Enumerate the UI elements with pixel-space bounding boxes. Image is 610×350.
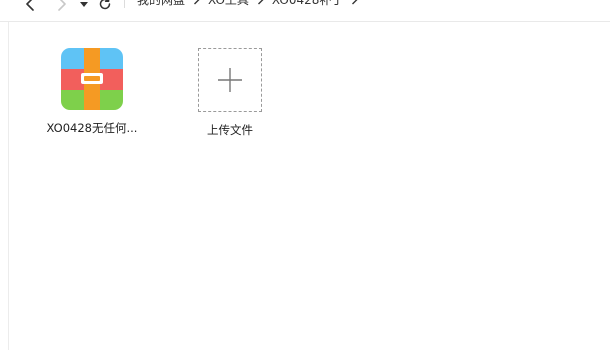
- chevron-left-icon: [26, 0, 34, 11]
- chevron-right-icon: [58, 0, 66, 11]
- plus-icon: [218, 68, 242, 92]
- refresh-button[interactable]: [96, 0, 114, 14]
- upload-dropzone[interactable]: [198, 48, 262, 112]
- upload-label: 上传文件: [207, 123, 253, 137]
- archive-icon: [61, 48, 123, 110]
- breadcrumb-item-xo-tools[interactable]: XO工具: [208, 0, 249, 8]
- breadcrumb-item-my-drive[interactable]: 我的网盘: [137, 0, 185, 8]
- forward-button[interactable]: [52, 0, 72, 14]
- breadcrumb-separator-icon: [257, 0, 264, 5]
- upload-file-tile[interactable]: 上传文件: [170, 48, 290, 138]
- caret-down-icon: [80, 2, 88, 7]
- refresh-icon: [99, 0, 111, 10]
- breadcrumb-separator-icon: [193, 0, 200, 5]
- file-manager-window: 我的网盘 XO工具 XO0428补丁 XO0428无任何... 上传文件: [0, 0, 610, 350]
- breadcrumb-expand-icon[interactable]: [351, 0, 358, 5]
- breadcrumb: 我的网盘 XO工具 XO0428补丁: [137, 0, 366, 8]
- back-button[interactable]: [20, 0, 40, 14]
- breadcrumb-item-current-folder[interactable]: XO0428补丁: [272, 0, 343, 8]
- navigation-toolbar: 我的网盘 XO工具 XO0428补丁: [0, 0, 610, 22]
- history-dropdown-button[interactable]: [77, 0, 91, 14]
- file-item[interactable]: XO0428无任何...: [32, 48, 152, 136]
- left-divider: [8, 22, 9, 350]
- toolbar-separator: [124, 0, 125, 8]
- file-name: XO0428无任何...: [46, 121, 138, 135]
